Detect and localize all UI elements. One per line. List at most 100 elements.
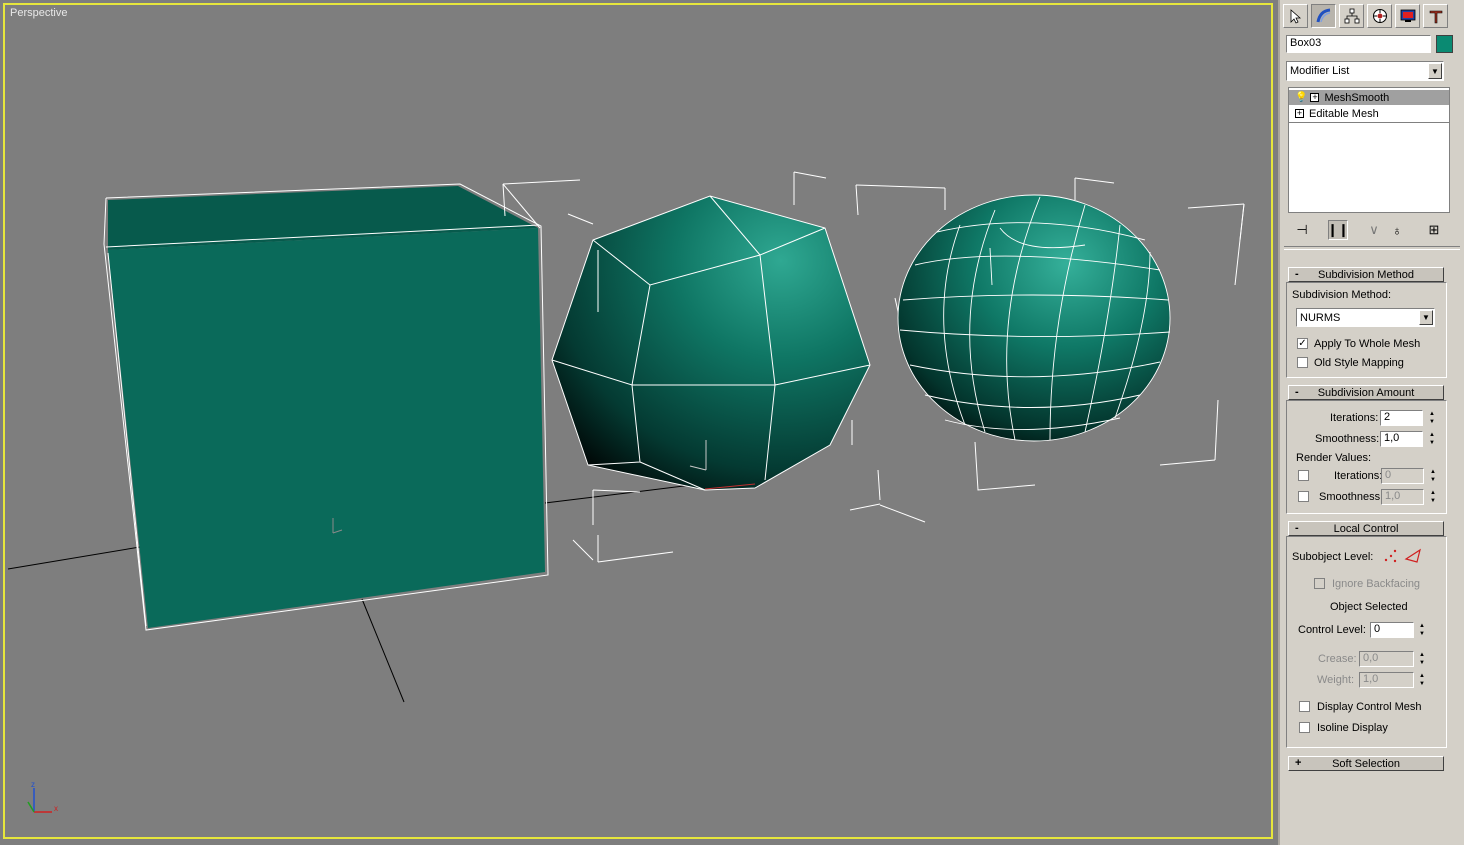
render-iterations-spinner[interactable]: ▲ ▼ (1429, 468, 1437, 484)
stack-item-editable-mesh[interactable]: + Editable Mesh (1289, 106, 1449, 121)
rollout-title: Subdivision Method (1317, 268, 1414, 281)
viewport-label[interactable]: Perspective (10, 7, 67, 19)
remove-modifier-button[interactable]: ♁ (1387, 220, 1407, 240)
axis-tripod-icon: z x (27, 780, 58, 813)
expand-icon: + (1295, 757, 1302, 769)
rollout-subdivision-method[interactable]: - Subdivision Method (1288, 267, 1444, 282)
rollout-title: Soft Selection (1332, 757, 1400, 770)
box-object[interactable] (103, 183, 549, 631)
rollout-title: Local Control (1333, 522, 1399, 535)
isoline-display-label: Isoline Display (1317, 722, 1388, 734)
ignore-backfacing-checkbox[interactable] (1314, 578, 1325, 589)
weight-field[interactable]: 1,0 (1359, 672, 1414, 688)
scene-canvas[interactable] (0, 0, 1278, 845)
utilities-icon (1429, 10, 1442, 24)
meshsmooth-sphere-low[interactable] (551, 195, 871, 491)
weight-spinner[interactable]: ▲ ▼ (1418, 672, 1426, 688)
command-panel: Box03 Modifier List ▼ 💡 + MeshSmooth + E… (1278, 0, 1464, 845)
pin-icon: ⊣ (1296, 222, 1308, 237)
tab-hierarchy[interactable] (1339, 4, 1364, 28)
subobject-level-label: Subobject Level: (1292, 551, 1374, 563)
rollout-local-control[interactable]: - Local Control (1288, 521, 1444, 536)
weight-label: Weight: (1317, 674, 1355, 686)
configure-modifier-sets-button[interactable]: ⊞ (1424, 220, 1444, 240)
subdivision-method-label: Subdivision Method: (1292, 289, 1392, 301)
modifier-stack[interactable]: 💡 + MeshSmooth + Editable Mesh (1288, 87, 1450, 213)
tab-modify[interactable] (1311, 4, 1336, 28)
tab-motion[interactable] (1367, 4, 1392, 28)
expand-icon[interactable]: + (1295, 109, 1304, 118)
tab-display[interactable] (1395, 4, 1420, 28)
panel-divider (1284, 246, 1460, 250)
create-icon (1290, 9, 1301, 24)
rollout-subdivision-amount[interactable]: - Subdivision Amount (1288, 385, 1444, 400)
render-smoothness-checkbox[interactable] (1298, 491, 1309, 502)
isoline-display-checkbox[interactable] (1299, 722, 1310, 733)
vertex-icon[interactable] (1383, 548, 1399, 564)
display-icon (1400, 9, 1415, 22)
object-color-swatch[interactable] (1436, 35, 1453, 53)
axis-z-label: z (31, 780, 35, 789)
rollout-soft-selection[interactable]: + Soft Selection (1288, 756, 1444, 771)
pin-stack-button[interactable]: ⊣ (1292, 220, 1312, 240)
modifier-list-dropdown[interactable]: Modifier List ▼ (1286, 61, 1444, 81)
object-selected-label: Object Selected (1330, 601, 1408, 613)
smoothness-field[interactable]: 1,0 (1380, 431, 1423, 447)
smoothness-spinner[interactable]: ▲ ▼ (1428, 431, 1436, 447)
chevron-down-icon[interactable]: ▼ (1428, 63, 1442, 79)
subdivision-method-value: NURMS (1300, 312, 1341, 324)
display-control-mesh-checkbox[interactable] (1299, 701, 1310, 712)
smoothness-label: Smoothness: (1315, 433, 1380, 445)
make-unique-button[interactable]: ∨ (1364, 220, 1384, 240)
render-iterations-field[interactable]: 0 (1381, 468, 1424, 484)
ignore-backfacing-label: Ignore Backfacing (1332, 578, 1421, 590)
light-bulb-icon[interactable]: 💡 (1295, 92, 1307, 103)
render-values-label: Render Values: (1296, 452, 1372, 464)
perspective-viewport[interactable]: Perspective z x (0, 0, 1278, 845)
control-level-label: Control Level: (1298, 624, 1366, 636)
meshsmooth-sphere-high[interactable] (897, 194, 1171, 442)
render-smoothness-label: Smoothness: (1319, 491, 1384, 503)
stack-item-meshsmooth[interactable]: 💡 + MeshSmooth (1289, 90, 1449, 105)
modifier-list-label: Modifier List (1290, 65, 1350, 77)
show-end-result-button[interactable]: ❙❙ (1327, 220, 1349, 240)
configure-icon: ⊞ (1428, 222, 1440, 237)
render-iterations-label: Iterations: (1334, 470, 1383, 482)
control-level-field[interactable]: 0 (1370, 622, 1414, 638)
rollout-title: Subdivision Amount (1317, 386, 1415, 399)
edge-icon[interactable] (1404, 548, 1422, 564)
motion-icon (1372, 9, 1387, 23)
iterations-field[interactable]: 2 (1380, 410, 1423, 426)
collapse-icon: - (1295, 268, 1299, 280)
subdivision-method-dropdown[interactable]: NURMS ▼ (1296, 308, 1435, 327)
trash-icon: ♁ (1392, 222, 1402, 238)
old-style-mapping-checkbox[interactable] (1297, 357, 1308, 368)
display-control-mesh-label: Display Control Mesh (1317, 701, 1422, 713)
iterations-spinner[interactable]: ▲ ▼ (1428, 410, 1436, 426)
end-result-icon: ❙❙ (1327, 222, 1349, 237)
apply-whole-mesh-label: Apply To Whole Mesh (1314, 338, 1421, 350)
tab-utilities[interactable] (1423, 4, 1448, 28)
crease-spinner[interactable]: ▲ ▼ (1418, 651, 1426, 667)
iterations-label: Iterations: (1330, 412, 1379, 424)
render-iterations-checkbox[interactable] (1298, 470, 1309, 481)
control-level-spinner[interactable]: ▲ ▼ (1418, 622, 1426, 638)
tab-create[interactable] (1283, 4, 1308, 28)
make-unique-icon: ∨ (1369, 222, 1379, 237)
expand-icon[interactable]: + (1310, 93, 1320, 102)
old-style-mapping-label: Old Style Mapping (1314, 357, 1404, 369)
stack-divider (1289, 122, 1449, 123)
render-smoothness-field[interactable]: 1,0 (1381, 489, 1424, 505)
render-smoothness-spinner[interactable]: ▲ ▼ (1429, 489, 1437, 505)
collapse-icon: - (1295, 522, 1299, 534)
apply-whole-mesh-checkbox[interactable]: ✓ (1297, 338, 1308, 349)
object-name-field[interactable]: Box03 (1286, 35, 1431, 53)
modify-icon (1316, 8, 1330, 23)
local-control-group (1286, 536, 1447, 748)
crease-field[interactable]: 0,0 (1359, 651, 1414, 667)
hierarchy-icon (1344, 8, 1359, 24)
collapse-icon: - (1295, 386, 1299, 398)
axis-x-label: x (54, 804, 58, 813)
chevron-down-icon[interactable]: ▼ (1419, 310, 1433, 325)
crease-label: Crease: (1318, 653, 1357, 665)
